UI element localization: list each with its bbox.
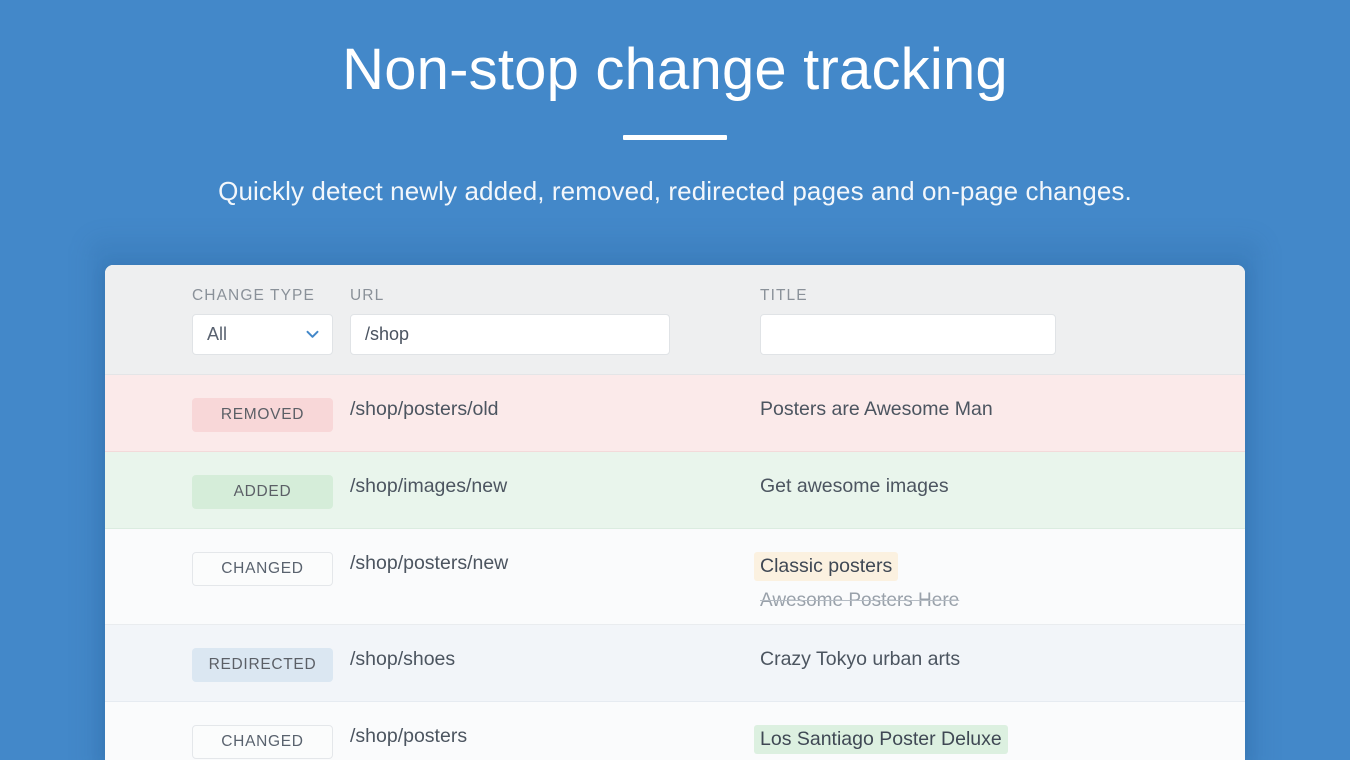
hero-section: Non-stop change tracking Quickly detect … (0, 0, 1350, 207)
title-new-value: Los Santiago Poster Deluxe (754, 725, 1008, 754)
cell-url: /shop/posters/new (350, 552, 760, 575)
status-badge: CHANGED (192, 725, 333, 759)
title-divider (623, 134, 727, 140)
cell-url: /shop/shoes (350, 648, 760, 671)
title-new-value: Classic posters (754, 552, 899, 581)
page-title: Non-stop change tracking (342, 37, 1008, 102)
status-badge: REDIRECTED (192, 648, 333, 682)
cell-title: Posters are Awesome Man (760, 398, 1158, 421)
url-value[interactable]: /shop/posters (350, 722, 467, 747)
status-badge: CHANGED (192, 552, 333, 586)
cell-change-type: REDIRECTED (105, 648, 350, 682)
cell-title: Classic posters Awesome Posters Here (754, 552, 1158, 612)
table-row[interactable]: REDIRECTED/shop/shoes Crazy Tokyo urban a… (105, 625, 1245, 702)
table-row[interactable]: REMOVED/shop/posters/old Posters are Awes… (105, 375, 1245, 452)
table-row[interactable]: CHANGED/shop/posters Los Santiago Poster … (105, 702, 1245, 760)
cell-title: Get awesome images (760, 475, 1158, 498)
filter-bar: CHANGE TYPE All URL TITLE (105, 265, 1245, 375)
cell-change-type: CHANGED (105, 552, 350, 586)
title-input[interactable] (760, 314, 1056, 355)
change-table-body: REMOVED/shop/posters/old Posters are Awes… (105, 375, 1245, 760)
url-value[interactable]: /shop/posters/old (350, 395, 499, 420)
title-value: Get awesome images (760, 475, 949, 497)
url-value[interactable]: /shop/posters/new (350, 549, 508, 574)
filter-title: TITLE (760, 287, 1158, 355)
table-row[interactable]: CHANGED/shop/posters/new Classic posters A… (105, 529, 1245, 625)
cell-title: Crazy Tokyo urban arts (760, 648, 1158, 671)
cell-title: Los Santiago Poster Deluxemissing (754, 725, 1158, 760)
url-input[interactable] (350, 314, 670, 355)
cell-url: /shop/posters (350, 725, 760, 748)
url-value[interactable]: /shop/shoes (350, 645, 455, 670)
change-type-select-value[interactable]: All (192, 314, 333, 355)
status-badge: REMOVED (192, 398, 333, 432)
filter-change-type: CHANGE TYPE All (105, 287, 350, 355)
change-type-select[interactable]: All (192, 314, 333, 355)
cell-url: /shop/images/new (350, 475, 760, 498)
url-label: URL (350, 287, 385, 304)
status-badge: ADDED (192, 475, 333, 509)
cell-url: /shop/posters/old (350, 398, 760, 421)
cell-change-type: ADDED (105, 475, 350, 509)
filter-url: URL (350, 287, 760, 355)
page-subtitle: Quickly detect newly added, removed, red… (218, 175, 1132, 206)
table-row[interactable]: ADDED/shop/images/new Get awesome images (105, 452, 1245, 529)
cell-change-type: CHANGED (105, 725, 350, 759)
change-type-label: CHANGE TYPE (192, 287, 315, 304)
title-old-value: Awesome Posters Here (760, 590, 960, 611)
title-value: Crazy Tokyo urban arts (760, 648, 961, 670)
title-value: Posters are Awesome Man (760, 398, 993, 420)
url-value[interactable]: /shop/images/new (350, 472, 507, 497)
cell-change-type: REMOVED (105, 398, 350, 432)
change-tracking-card: CHANGE TYPE All URL TITLE REMOVED/shop/p… (105, 265, 1245, 760)
title-label: TITLE (760, 287, 808, 304)
